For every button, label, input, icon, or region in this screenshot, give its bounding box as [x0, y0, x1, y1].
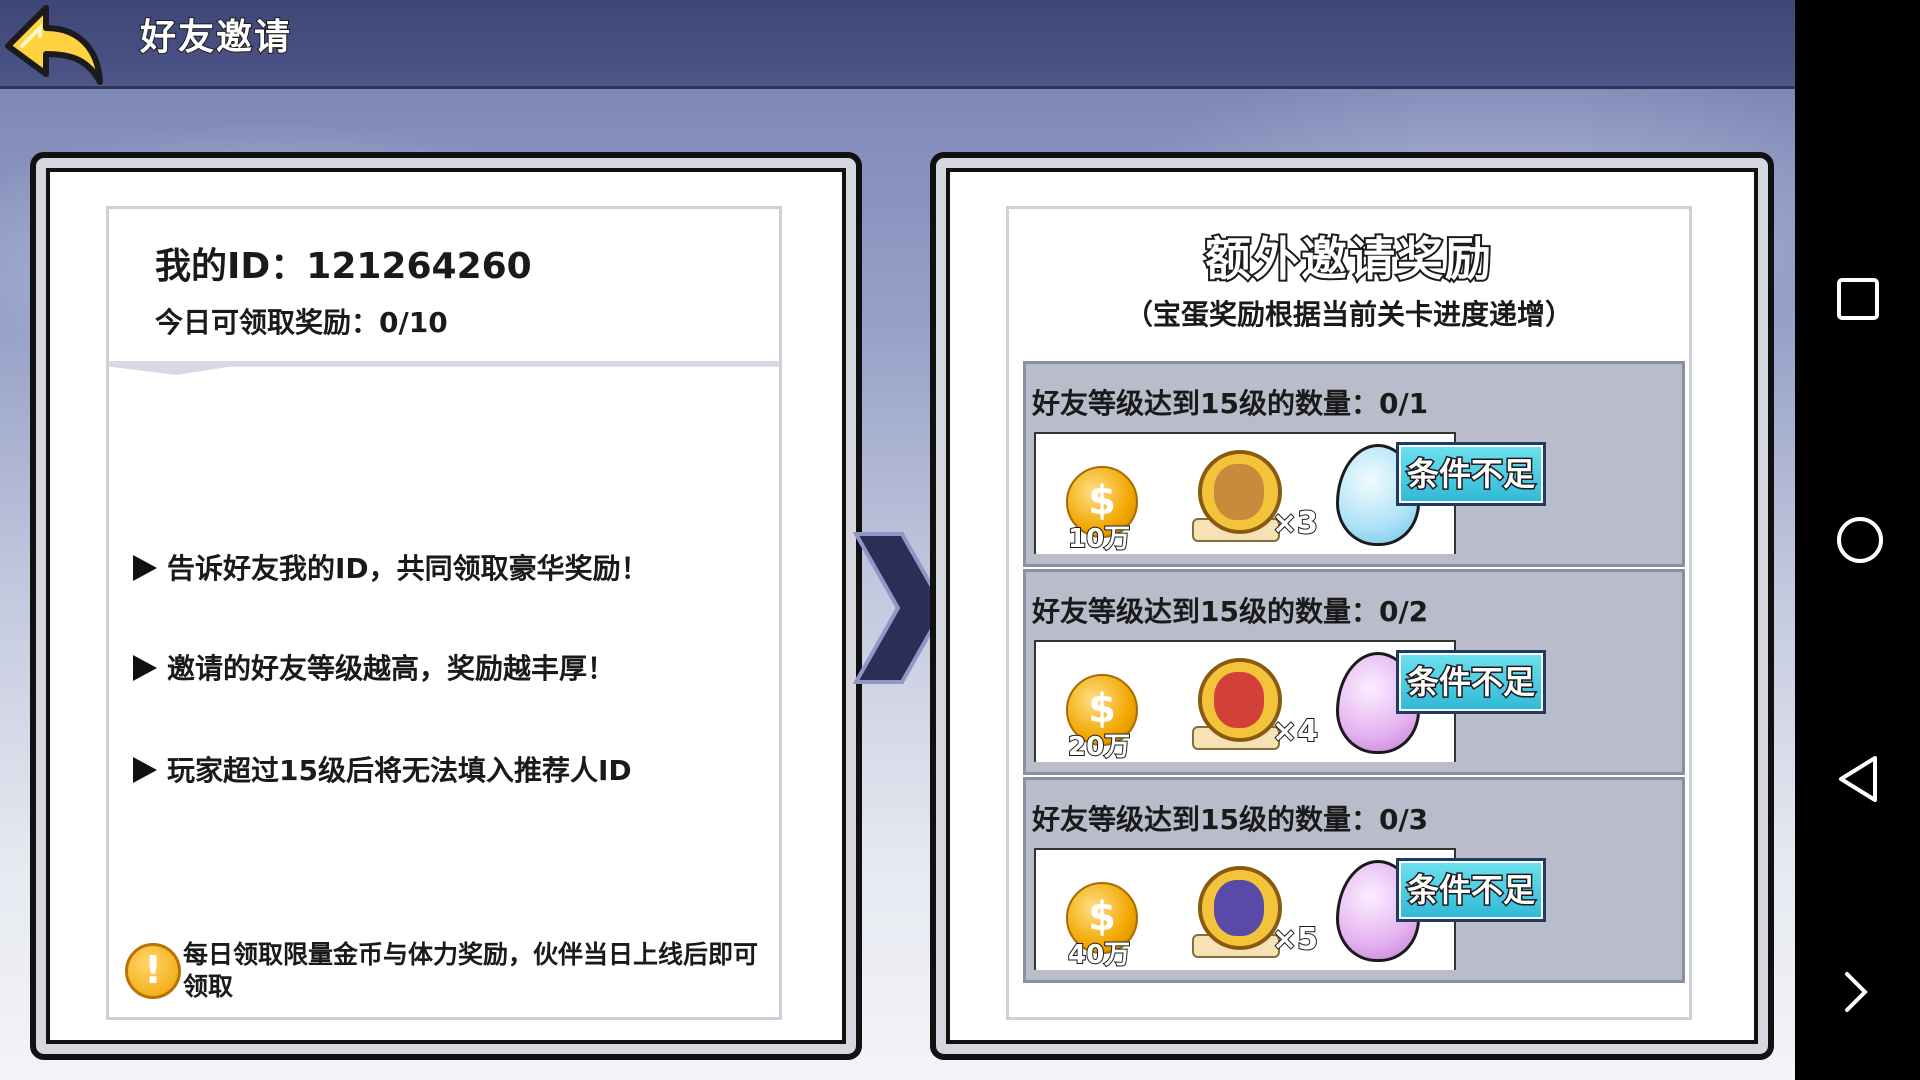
- today-claim-label: 今日可领取奖励：0/10: [155, 306, 448, 339]
- extra-reward-panel: 额外邀请奖励 （宝蛋奖励根据当前关卡进度递增） 好友等级达到15级的数量：0/1…: [930, 152, 1774, 1060]
- circle-icon[interactable]: [1835, 515, 1885, 565]
- coin-amount: 40万: [1067, 939, 1131, 971]
- coin-amount: 20万: [1067, 731, 1131, 763]
- extra-reward-content: 额外邀请奖励 （宝蛋奖励根据当前关卡进度递增） 好友等级达到15级的数量：0/1…: [1006, 206, 1692, 1020]
- invite-info-panel: 我的ID：121264260 今日可领取奖励：0/10 告诉好友我的ID，共同领…: [30, 152, 862, 1060]
- page-title: 好友邀请: [139, 16, 293, 59]
- reward-card: 好友等级达到15级的数量：0/2 $ 20万 ×4 条件不足: [1023, 569, 1685, 775]
- divider: [109, 361, 779, 375]
- square-icon[interactable]: [1835, 276, 1881, 322]
- reward-card: 好友等级达到15级的数量：0/3 $ 40万 ×5 条件不足: [1023, 777, 1685, 983]
- claim-button[interactable]: 条件不足: [1396, 858, 1546, 922]
- hero-lion-icon: [1198, 450, 1282, 534]
- hero-multiplier: ×4: [1271, 713, 1319, 750]
- exclamation-icon: !: [125, 943, 181, 999]
- reward-card: 好友等级达到15级的数量：0/1 $ 10万 ×3 条件不足: [1023, 361, 1685, 567]
- bullet-arrow-icon: [133, 655, 157, 681]
- hero-girl-icon: [1198, 658, 1282, 742]
- chevron-right-icon[interactable]: [1841, 970, 1871, 1014]
- hero-multiplier: ×5: [1271, 921, 1319, 958]
- my-id-label: 我的ID：121264260: [155, 246, 532, 287]
- claim-button[interactable]: 条件不足: [1396, 442, 1546, 506]
- hero-bird-icon: [1198, 866, 1282, 950]
- bullet-arrow-icon: [133, 757, 157, 783]
- invite-info-content: 我的ID：121264260 今日可领取奖励：0/10 告诉好友我的ID，共同领…: [106, 206, 782, 1020]
- android-nav-bar: [1795, 0, 1920, 1080]
- reward-condition: 好友等级达到15级的数量：0/2: [1032, 595, 1429, 628]
- panel-title: 额外邀请奖励: [1203, 230, 1493, 288]
- coin-amount: 10万: [1067, 523, 1131, 555]
- tip-item: 玩家超过15级后将无法填入推荐人ID: [133, 749, 632, 789]
- claim-button[interactable]: 条件不足: [1396, 650, 1546, 714]
- warning-text: 每日领取限量金币与体力奖励，伙伴当日上线后即可领取: [183, 940, 759, 1001]
- reward-condition: 好友等级达到15级的数量：0/1: [1032, 387, 1429, 420]
- game-screen: 好友邀请 我的ID：121264260 今日可领取奖励：0/10 告诉好友我的I…: [0, 0, 1795, 1080]
- tip-item: 告诉好友我的ID，共同领取豪华奖励！: [133, 547, 649, 587]
- back-arrow-icon[interactable]: [0, 0, 110, 90]
- reward-items: $ 20万 ×4: [1034, 640, 1456, 763]
- reward-condition: 好友等级达到15级的数量：0/3: [1032, 803, 1429, 836]
- tip-item: 邀请的好友等级越高，奖励越丰厚！: [133, 647, 615, 687]
- triangle-back-icon[interactable]: [1835, 754, 1881, 804]
- reward-items: $ 10万 ×3: [1034, 432, 1456, 555]
- panel-subtitle: （宝蛋奖励根据当前关卡进度递增）: [1124, 298, 1573, 331]
- hero-multiplier: ×3: [1271, 505, 1319, 542]
- bullet-arrow-icon: [133, 555, 157, 581]
- reward-items: $ 40万 ×5: [1034, 848, 1456, 971]
